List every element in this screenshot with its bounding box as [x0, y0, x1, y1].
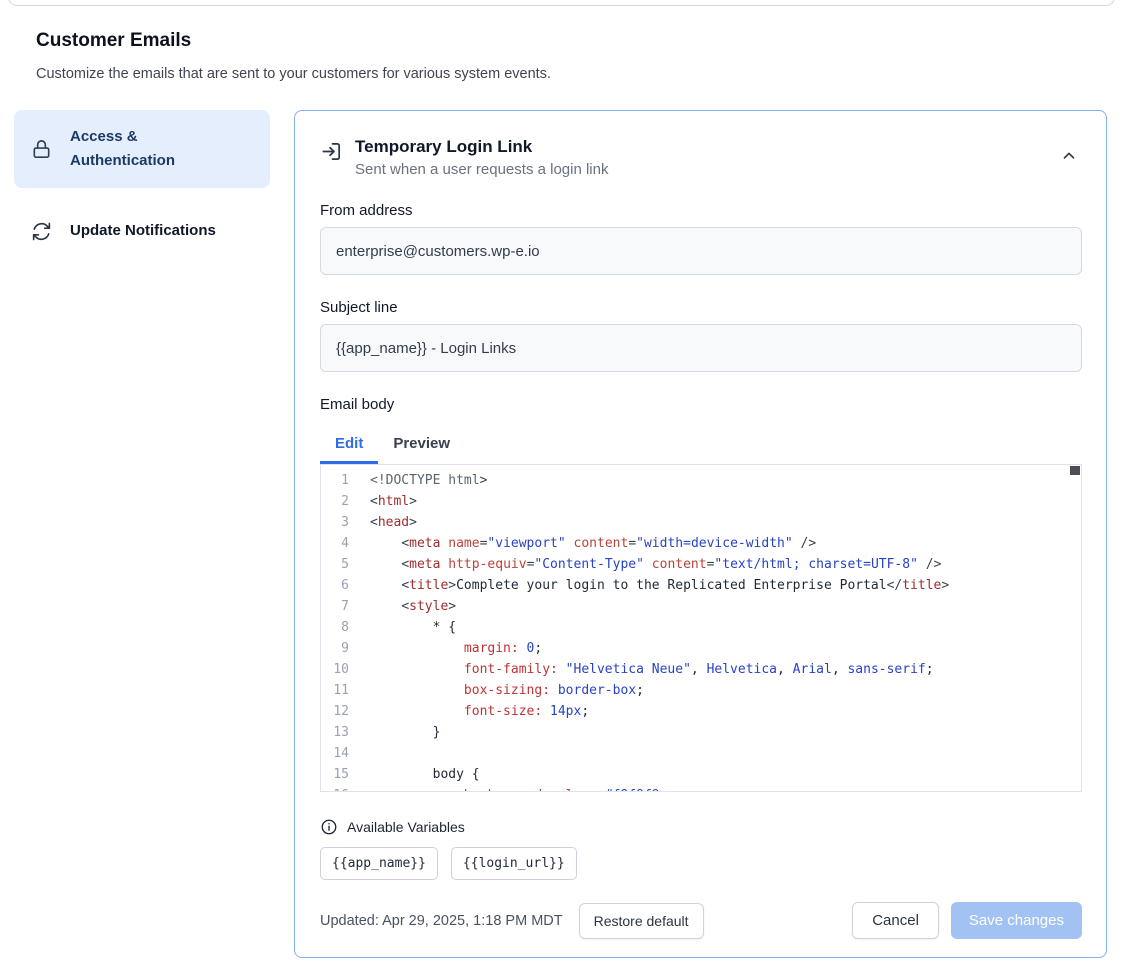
- line-number: 12: [321, 701, 349, 722]
- code-text: font-family: "Helvetica Neue", Helvetica…: [349, 659, 934, 680]
- sidebar-item-label: Update Notifications: [70, 219, 216, 243]
- variable-chips: {{app_name}} {{login_url}}: [320, 847, 1082, 880]
- line-number: 5: [321, 554, 349, 575]
- login-arrow-icon: [320, 140, 343, 163]
- refresh-icon: [30, 220, 53, 243]
- editor-tabs: Edit Preview: [320, 423, 1082, 464]
- code-line[interactable]: 9 margin: 0;: [321, 638, 1081, 659]
- email-body-label: Email body: [320, 396, 1082, 413]
- code-line[interactable]: 1<!DOCTYPE html>: [321, 470, 1081, 491]
- code-line[interactable]: 15 body {: [321, 764, 1081, 785]
- code-line[interactable]: 8 * {: [321, 617, 1081, 638]
- code-line[interactable]: 7 <style>: [321, 596, 1081, 617]
- panel-header-text: Temporary Login Link Sent when a user re…: [355, 137, 1056, 178]
- previous-card-bottom-edge: [8, 0, 1115, 6]
- panel-footer: Updated: Apr 29, 2025, 1:18 PM MDT Resto…: [320, 902, 1082, 939]
- page-subtitle: Customize the emails that are sent to yo…: [36, 66, 551, 82]
- code-text: <meta name="viewport" content="width=dev…: [349, 533, 816, 554]
- sidebar-item-access-authentication[interactable]: Access & Authentication: [14, 110, 270, 188]
- available-variables-label: Available Variables: [347, 819, 465, 835]
- save-changes-button[interactable]: Save changes: [951, 902, 1082, 939]
- code-line[interactable]: 5 <meta http-equiv="Content-Type" conten…: [321, 554, 1081, 575]
- code-editor-lines: 1<!DOCTYPE html>2<html>3<head>4 <meta na…: [321, 470, 1081, 792]
- code-line[interactable]: 2<html>: [321, 491, 1081, 512]
- line-number: 1: [321, 470, 349, 491]
- line-number: 13: [321, 722, 349, 743]
- code-line[interactable]: 3<head>: [321, 512, 1081, 533]
- line-number: 3: [321, 512, 349, 533]
- line-number: 2: [321, 491, 349, 512]
- restore-default-button[interactable]: Restore default: [579, 903, 704, 939]
- subject-line-input[interactable]: [320, 324, 1082, 372]
- line-number: 9: [321, 638, 349, 659]
- line-number: 4: [321, 533, 349, 554]
- lock-icon: [30, 138, 53, 161]
- code-text: * {: [349, 617, 456, 638]
- line-number: 7: [321, 596, 349, 617]
- code-line[interactable]: 16 background-color: #f9f9f9;: [321, 785, 1081, 792]
- sidebar: Access & Authentication Update Notificat…: [14, 110, 270, 258]
- code-text: margin: 0;: [349, 638, 542, 659]
- code-text: }: [349, 722, 440, 743]
- variable-chip-login-url[interactable]: {{login_url}}: [451, 847, 577, 880]
- line-number: 16: [321, 785, 349, 792]
- line-number: 6: [321, 575, 349, 596]
- from-address-label: From address: [320, 202, 1082, 219]
- cancel-button[interactable]: Cancel: [852, 902, 939, 939]
- from-address-input[interactable]: [320, 227, 1082, 275]
- updated-timestamp: Updated: Apr 29, 2025, 1:18 PM MDT: [320, 913, 563, 929]
- code-text: <meta http-equiv="Content-Type" content=…: [349, 554, 941, 575]
- available-variables-row: Available Variables: [320, 818, 1082, 836]
- code-line[interactable]: 11 box-sizing: border-box;: [321, 680, 1081, 701]
- code-line[interactable]: 13 }: [321, 722, 1081, 743]
- sidebar-item-update-notifications[interactable]: Update Notifications: [14, 204, 270, 258]
- variable-chip-app-name[interactable]: {{app_name}}: [320, 847, 438, 880]
- code-line[interactable]: 4 <meta name="viewport" content="width=d…: [321, 533, 1081, 554]
- panel-header: Temporary Login Link Sent when a user re…: [320, 137, 1082, 178]
- code-line[interactable]: 6 <title>Complete your login to the Repl…: [321, 575, 1081, 596]
- code-text: background-color: #f9f9f9;: [349, 785, 667, 792]
- line-number: 14: [321, 743, 349, 764]
- chevron-up-icon: [1060, 147, 1078, 165]
- code-text: [349, 743, 370, 764]
- code-text: box-sizing: border-box;: [349, 680, 644, 701]
- panel-title: Temporary Login Link: [355, 137, 1056, 157]
- code-line[interactable]: 10 font-family: "Helvetica Neue", Helvet…: [321, 659, 1081, 680]
- code-line[interactable]: 12 font-size: 14px;: [321, 701, 1081, 722]
- code-text: font-size: 14px;: [349, 701, 589, 722]
- email-template-panel: Temporary Login Link Sent when a user re…: [294, 110, 1107, 958]
- code-text: <style>: [349, 596, 456, 617]
- line-number: 11: [321, 680, 349, 701]
- sidebar-item-label: Access & Authentication: [70, 125, 212, 173]
- code-line[interactable]: 14: [321, 743, 1081, 764]
- line-number: 10: [321, 659, 349, 680]
- panel-subtitle: Sent when a user requests a login link: [355, 161, 1056, 178]
- code-editor[interactable]: 1<!DOCTYPE html>2<html>3<head>4 <meta na…: [320, 464, 1082, 792]
- info-icon: [320, 818, 338, 836]
- code-text: <title>Complete your login to the Replic…: [349, 575, 949, 596]
- subject-line-label: Subject line: [320, 299, 1082, 316]
- code-text: <!DOCTYPE html>: [349, 470, 487, 491]
- code-text: body {: [349, 764, 480, 785]
- line-number: 8: [321, 617, 349, 638]
- page-title: Customer Emails: [36, 30, 191, 52]
- code-text: <head>: [349, 512, 417, 533]
- tab-edit[interactable]: Edit: [320, 423, 378, 464]
- collapse-button[interactable]: [1056, 143, 1082, 169]
- code-text: <html>: [349, 491, 417, 512]
- tab-preview[interactable]: Preview: [378, 423, 465, 464]
- editor-scrollbar-thumb[interactable]: [1070, 466, 1080, 475]
- line-number: 15: [321, 764, 349, 785]
